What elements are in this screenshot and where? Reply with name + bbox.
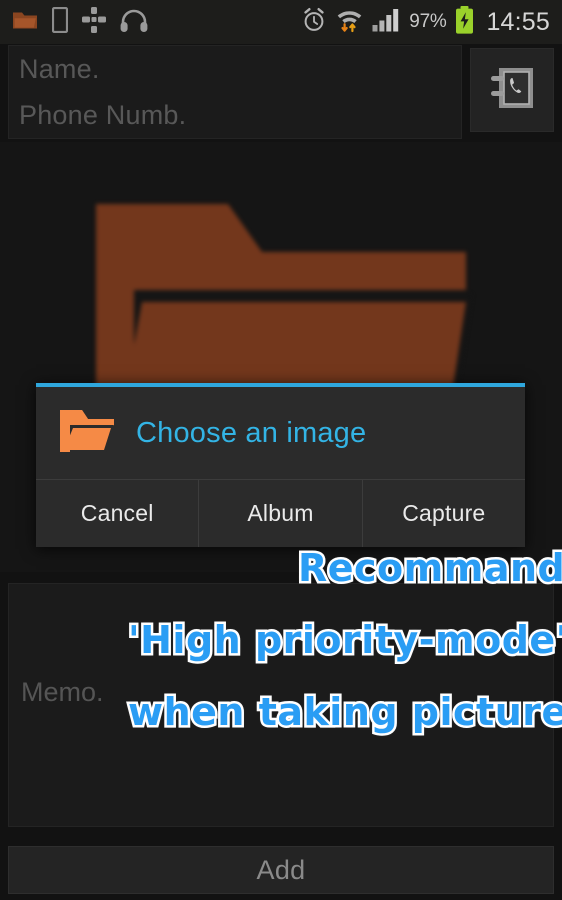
- battery-charging-icon: [455, 5, 474, 39]
- signal-bars-icon: [372, 8, 400, 37]
- status-bar: 97% 14:55: [0, 0, 562, 44]
- memo-textarea[interactable]: Memo.: [8, 583, 554, 827]
- wifi-transfer-icon: [336, 7, 363, 38]
- add-button[interactable]: Add: [8, 846, 554, 894]
- battery-percent-label: 97%: [409, 11, 447, 32]
- phone-number-input[interactable]: Phone Numb.: [9, 92, 461, 138]
- add-button-label: Add: [256, 854, 306, 885]
- contacts-book-icon: [485, 61, 539, 120]
- capture-button[interactable]: Capture: [361, 480, 525, 547]
- text-fields-group: Name. Phone Numb.: [8, 45, 462, 139]
- sync-dots-icon: [82, 6, 106, 38]
- dialog-header: Choose an image: [36, 387, 525, 480]
- folder-icon: [12, 9, 38, 35]
- status-bar-left-icons: [12, 6, 148, 38]
- cancel-button[interactable]: Cancel: [36, 480, 199, 547]
- dialog-actions: Cancel Album Capture: [36, 480, 525, 547]
- memo-placeholder: Memo.: [21, 677, 104, 707]
- dialog-title: Choose an image: [136, 416, 367, 449]
- choose-image-dialog: Choose an image Cancel Album Capture: [36, 383, 525, 547]
- pick-from-contacts-button[interactable]: [470, 48, 554, 132]
- alarm-clock-icon: [301, 7, 327, 38]
- album-button[interactable]: Album: [198, 480, 362, 547]
- headphones-icon: [120, 8, 148, 37]
- orange-folder-icon: [58, 408, 114, 459]
- sim-card-icon: [51, 6, 69, 38]
- status-bar-right-icons: 97% 14:55: [301, 5, 550, 39]
- app-root: 97% 14:55 Name. Phone Numb. Memo. Add Ch…: [0, 0, 562, 900]
- clock-label: 14:55: [486, 7, 550, 36]
- name-input[interactable]: Name.: [9, 46, 461, 92]
- contact-form: Name. Phone Numb.: [0, 45, 562, 139]
